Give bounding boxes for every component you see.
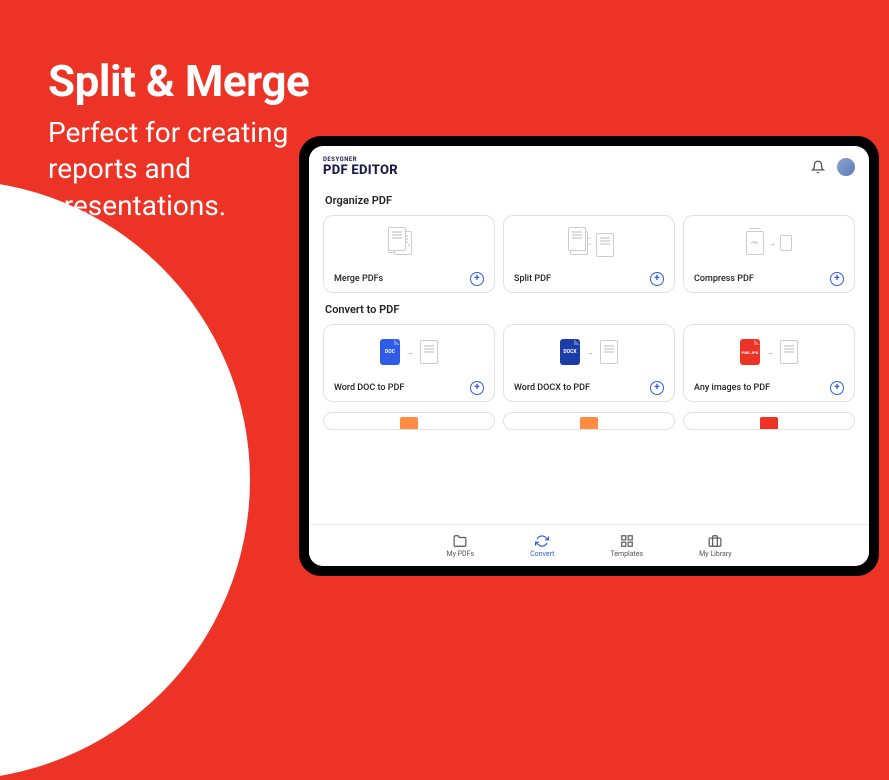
brand-name-small: DESYGNER: [323, 156, 398, 163]
app-screen: DESYGNER PDF EDITOR Organize PDF › Merge…: [309, 146, 869, 566]
card-compress-pdf[interactable]: → Compress PDF +: [683, 215, 855, 293]
card-images-to-pdf[interactable]: PNG JPG→ Any images to PDF +: [683, 324, 855, 402]
plus-icon[interactable]: +: [470, 381, 484, 395]
plus-icon[interactable]: +: [830, 272, 844, 286]
background-shape: [0, 180, 250, 780]
card-label: Merge PDFs: [334, 274, 383, 284]
card-split-pdf[interactable]: →→ Split PDF +: [503, 215, 675, 293]
organize-grid: › Merge PDFs + →→ Split PDF +: [323, 215, 855, 293]
image-icon: PNG JPG→: [694, 333, 844, 371]
section-title-convert: Convert to PDF: [325, 303, 853, 316]
plus-icon[interactable]: +: [470, 272, 484, 286]
nav-label: Templates: [610, 550, 643, 558]
folder-icon: [452, 534, 468, 548]
avatar[interactable]: [837, 158, 855, 176]
nav-label: My Library: [699, 550, 731, 558]
plus-icon[interactable]: +: [650, 272, 664, 286]
brand-name-big: PDF EDITOR: [323, 163, 398, 178]
brand-logo[interactable]: DESYGNER PDF EDITOR: [323, 156, 398, 178]
nav-label: Convert: [530, 550, 554, 558]
card-label: Any images to PDF: [694, 383, 770, 393]
bottom-nav: My PDFs Convert Templates My Library: [309, 524, 869, 566]
doc-icon: DOC→: [334, 333, 484, 371]
split-icon: →→: [514, 224, 664, 262]
nav-convert[interactable]: Convert: [530, 534, 554, 558]
main-content: Organize PDF › Merge PDFs + →→: [309, 184, 869, 524]
notifications-icon[interactable]: [811, 160, 825, 174]
section-title-organize: Organize PDF: [325, 194, 853, 207]
docx-icon: DOCX→: [514, 333, 664, 371]
nav-label: My PDFs: [446, 550, 474, 558]
templates-icon: [619, 534, 635, 548]
card-merge-pdfs[interactable]: › Merge PDFs +: [323, 215, 495, 293]
card-word-docx-to-pdf[interactable]: DOCX→ Word DOCX to PDF +: [503, 324, 675, 402]
card-label: Split PDF: [514, 274, 551, 284]
app-header: DESYGNER PDF EDITOR: [309, 146, 869, 184]
compress-icon: →: [694, 224, 844, 262]
tablet-frame: DESYGNER PDF EDITOR Organize PDF › Merge…: [299, 136, 879, 576]
library-icon: [707, 534, 723, 548]
plus-icon[interactable]: +: [650, 381, 664, 395]
marketing-headline: Split & Merge Perfect for creating repor…: [48, 55, 309, 224]
card-label: Word DOC to PDF: [334, 383, 404, 393]
nav-templates[interactable]: Templates: [610, 534, 643, 558]
partial-card[interactable]: [503, 412, 675, 430]
merge-icon: ›: [334, 224, 484, 262]
partial-card[interactable]: [323, 412, 495, 430]
nav-my-library[interactable]: My Library: [699, 534, 731, 558]
card-label: Word DOCX to PDF: [514, 383, 590, 393]
card-word-doc-to-pdf[interactable]: DOC→ Word DOC to PDF +: [323, 324, 495, 402]
card-label: Compress PDF: [694, 274, 754, 284]
partial-card[interactable]: [683, 412, 855, 430]
header-actions: [811, 158, 855, 176]
partial-row: [323, 412, 855, 430]
headline-title: Split & Merge: [48, 55, 309, 107]
headline-subtitle: Perfect for creating reports and present…: [48, 115, 309, 224]
convert-grid: DOC→ Word DOC to PDF + DOCX→ Word DOCX t…: [323, 324, 855, 402]
plus-icon[interactable]: +: [830, 381, 844, 395]
nav-my-pdfs[interactable]: My PDFs: [446, 534, 474, 558]
convert-icon: [534, 534, 550, 548]
